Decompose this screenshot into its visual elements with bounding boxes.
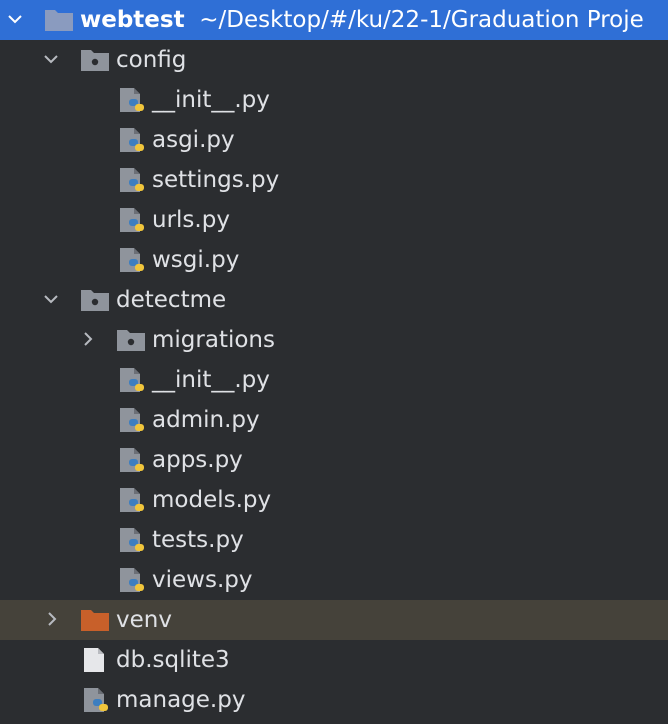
excluded-folder-icon [81, 610, 109, 631]
python-file-icon [120, 88, 144, 112]
source-folder-icon [81, 290, 109, 311]
tree-item-label: __init__.py [152, 87, 270, 113]
source-folder-icon [81, 50, 109, 71]
project-path: ~/Desktop/#/ku/22-1/Graduation Proje [199, 7, 644, 33]
tree-row-config[interactable]: config [0, 40, 668, 80]
tree-row-apps-py[interactable]: apps.py [0, 440, 668, 480]
tree-item-label: apps.py [152, 447, 243, 473]
tree-item-label: asgi.py [152, 127, 235, 153]
tree-row-db-sqlite3[interactable]: db.sqlite3 [0, 640, 668, 680]
tree-item-label: tests.py [152, 527, 244, 553]
python-file-icon [120, 568, 144, 592]
python-file-icon [120, 208, 144, 232]
tree-item-label: config [116, 47, 187, 73]
tree-row-views-py[interactable]: views.py [0, 560, 668, 600]
chevron-down-icon[interactable] [8, 11, 22, 27]
python-file-icon [120, 168, 144, 192]
python-file-icon [120, 488, 144, 512]
tree-row-asgi-py[interactable]: asgi.py [0, 120, 668, 160]
folder-icon [45, 10, 73, 31]
tree-row-migrations[interactable]: migrations [0, 320, 668, 360]
tree-item-label: db.sqlite3 [116, 647, 230, 673]
tree-item-label: manage.py [116, 687, 246, 713]
tree-row-init-py[interactable]: __init__.py [0, 80, 668, 120]
chevron-down-icon[interactable] [44, 291, 58, 307]
python-file-icon [120, 448, 144, 472]
python-file-icon [120, 528, 144, 552]
tree-item-label: views.py [152, 567, 253, 593]
tree-item-label: admin.py [152, 407, 260, 433]
source-folder-icon [117, 330, 145, 351]
python-file-icon [120, 248, 144, 272]
tree-item-label: detectme [116, 287, 227, 313]
tree-row-tests-py[interactable]: tests.py [0, 520, 668, 560]
chevron-right-icon[interactable] [81, 331, 95, 347]
python-file-icon [120, 128, 144, 152]
tree-row-detectme[interactable]: detectme [0, 280, 668, 320]
tree-row-urls-py[interactable]: urls.py [0, 200, 668, 240]
tree-row-settings-py[interactable]: settings.py [0, 160, 668, 200]
tree-row-manage-py[interactable]: manage.py [0, 680, 668, 720]
tree-row-init-py[interactable]: __init__.py [0, 360, 668, 400]
project-name: webtest [80, 7, 185, 33]
tree-row-venv[interactable]: venv [0, 600, 668, 640]
tree-item-label: wsgi.py [152, 247, 240, 273]
tree-item-label: venv [116, 607, 172, 633]
python-file-icon [84, 688, 108, 712]
project-title: webtest ~/Desktop/#/ku/22-1/Graduation P… [80, 7, 644, 33]
text-file-icon [84, 648, 104, 672]
tree-row-admin-py[interactable]: admin.py [0, 400, 668, 440]
chevron-down-icon[interactable] [44, 51, 58, 67]
tree-item-label: migrations [152, 327, 275, 353]
tree-item-label: models.py [152, 487, 272, 513]
tree-item-label: settings.py [152, 167, 280, 193]
project-tree: webtest ~/Desktop/#/ku/22-1/Graduation P… [0, 0, 668, 724]
chevron-right-icon[interactable] [45, 611, 59, 627]
python-file-icon [120, 408, 144, 432]
tree-row-webtest[interactable]: webtest ~/Desktop/#/ku/22-1/Graduation P… [0, 0, 668, 40]
python-file-icon [120, 368, 144, 392]
tree-row-wsgi-py[interactable]: wsgi.py [0, 240, 668, 280]
tree-item-label: urls.py [152, 207, 230, 233]
tree-item-label: __init__.py [152, 367, 270, 393]
tree-row-models-py[interactable]: models.py [0, 480, 668, 520]
